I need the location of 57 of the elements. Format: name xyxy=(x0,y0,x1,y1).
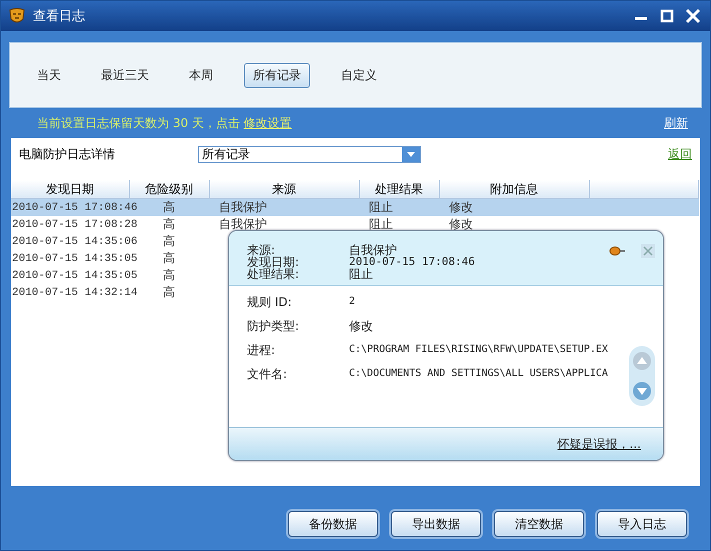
table-cell: 2010-07-15 17:08:28 xyxy=(12,218,138,230)
field-value: C:\PROGRAM FILES\RISING\RFW\UPDATE\SETUP.EX xyxy=(349,344,608,356)
column-header[interactable]: 发现日期 xyxy=(11,180,129,198)
table-cell: 阻止 xyxy=(369,217,393,231)
action-button[interactable]: 导入日志 xyxy=(597,511,687,537)
action-button[interactable]: 清空数据 xyxy=(494,511,584,537)
table-cell: 高 xyxy=(163,251,175,265)
period-tab[interactable]: 本周 xyxy=(180,62,222,88)
field-value: 修改 xyxy=(349,320,373,332)
field-value: 2 xyxy=(349,296,356,308)
period-tab[interactable]: 自定义 xyxy=(332,62,386,88)
table-cell: 2010-07-15 17:08:46 xyxy=(12,202,138,214)
action-button[interactable]: 导出数据 xyxy=(391,511,481,537)
column-header[interactable]: 危险级别 xyxy=(129,180,209,198)
field-label: 防护类型: xyxy=(247,320,300,332)
table-cell: 2010-07-15 14:32:14 xyxy=(12,286,138,298)
column-header[interactable]: 处理结果 xyxy=(359,180,439,198)
table-cell: 2010-07-15 14:35:05 xyxy=(12,270,138,282)
table-cell: 2010-07-15 14:35:06 xyxy=(12,236,138,248)
field-value: 自我保护 xyxy=(349,244,397,256)
table-cell: 高 xyxy=(163,285,175,299)
table-cell: 高 xyxy=(163,200,175,214)
filter-dropdown[interactable]: 所有记录 xyxy=(198,146,421,162)
field-label: 进程: xyxy=(247,344,276,356)
field-label: 发现日期: xyxy=(247,256,300,268)
retention-notice: 当前设置日志保留天数为 30 天，点击 修改设置 xyxy=(37,114,293,132)
back-link[interactable]: 返回 xyxy=(668,146,692,162)
period-tab[interactable]: 当天 xyxy=(28,62,70,88)
table-cell: 高 xyxy=(163,217,175,231)
field-value: 阻止 xyxy=(349,268,373,280)
action-button[interactable]: 备份数据 xyxy=(288,511,378,537)
table-cell: 2010-07-15 14:35:05 xyxy=(12,252,138,264)
refresh-link[interactable]: 刷新 xyxy=(664,114,688,132)
table-cell: 高 xyxy=(163,234,175,248)
table-cell: 自我保护 xyxy=(219,200,267,214)
field-value: 2010-07-15 17:08:46 xyxy=(349,256,475,268)
period-tab[interactable]: 最近三天 xyxy=(92,62,158,88)
table-cell: 高 xyxy=(163,268,175,282)
column-header[interactable]: 来源 xyxy=(209,180,359,198)
scroll-down-icon[interactable] xyxy=(632,381,652,401)
window-title: 查看日志 xyxy=(33,8,86,25)
field-label: 来源: xyxy=(247,244,276,256)
close-icon[interactable] xyxy=(684,7,702,25)
field-value: C:\DOCUMENTS AND SETTINGS\ALL USERS\APPLICA xyxy=(349,368,608,380)
table-cell: 修改 xyxy=(449,217,473,231)
maximize-icon[interactable] xyxy=(658,7,676,25)
column-header[interactable]: 附加信息 xyxy=(439,180,589,198)
pin-icon[interactable] xyxy=(609,246,625,256)
section-title: 电脑防护日志详情 xyxy=(19,146,116,162)
field-label: 处理结果: xyxy=(247,268,300,280)
false-positive-link[interactable]: 怀疑是误报，... xyxy=(558,436,641,452)
table-cell: 阻止 xyxy=(369,200,393,214)
table-cell: 自我保护 xyxy=(219,217,267,231)
table-cell: 修改 xyxy=(449,200,473,214)
field-label: 规则 ID: xyxy=(247,296,293,308)
period-tab[interactable]: 所有记录 xyxy=(244,62,310,88)
field-label: 文件名: xyxy=(247,368,288,380)
